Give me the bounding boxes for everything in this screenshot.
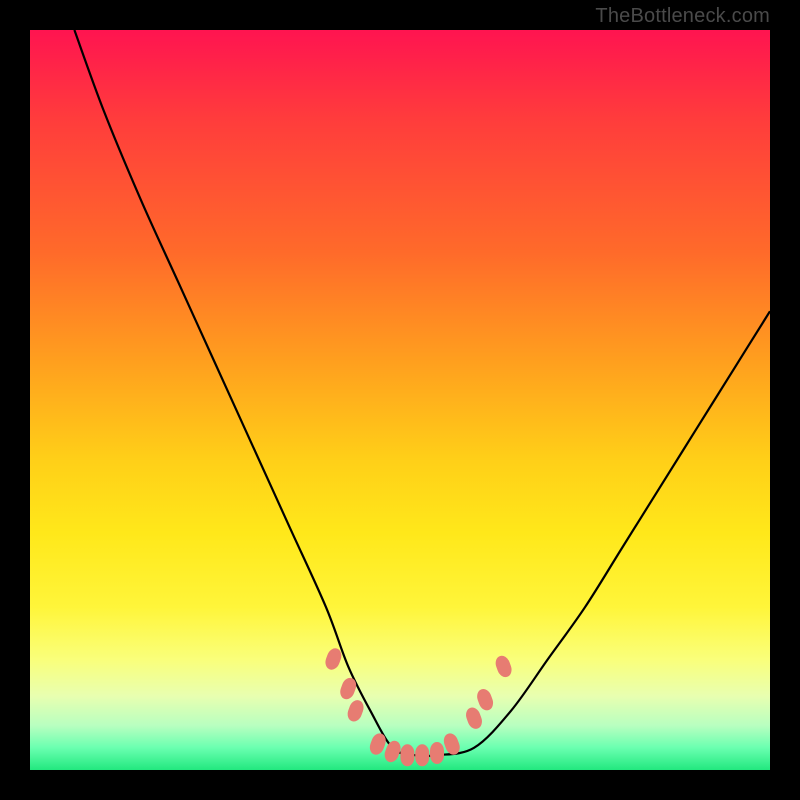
curve-marker (415, 744, 429, 766)
curve-marker (323, 646, 344, 671)
curve-markers (323, 646, 514, 766)
curve-marker (464, 705, 485, 730)
curve-marker (400, 744, 414, 766)
chart-frame: TheBottleneck.com (0, 0, 800, 800)
curve-marker (493, 654, 514, 679)
curve-marker (430, 742, 444, 764)
curve-marker (345, 698, 366, 723)
bottleneck-curve (74, 30, 770, 756)
chart-plot-area (30, 30, 770, 770)
watermark-text: TheBottleneck.com (595, 5, 770, 28)
chart-svg (30, 30, 770, 770)
curve-marker (475, 687, 496, 712)
